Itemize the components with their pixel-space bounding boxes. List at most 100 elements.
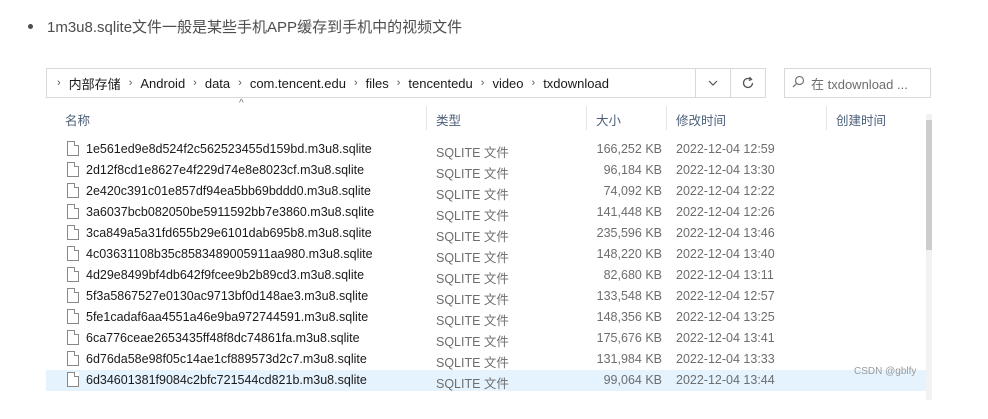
breadcrumb-separator-icon[interactable]: ›	[238, 77, 242, 89]
column-divider[interactable]	[586, 106, 587, 130]
file-modified: 2022-12-04 13:46	[676, 226, 775, 240]
breadcrumb-separator-icon[interactable]: ›	[481, 77, 485, 89]
file-modified: 2022-12-04 13:44	[676, 373, 775, 387]
file-size: 235,596 KB	[596, 226, 662, 240]
search-placeholder: 在 txdownload ...	[811, 76, 908, 92]
file-icon	[67, 204, 79, 219]
file-row[interactable]: 6d76da58e98f05c14ae1cf889573d2c7.m3u8.sq…	[46, 349, 926, 370]
file-icon	[67, 225, 79, 240]
address-bar[interactable]: › 内部存储 › Android › data › com.tencent.ed…	[46, 68, 766, 98]
file-name: 3a6037bcb082050be5911592bb7e3860.m3u8.sq…	[86, 205, 375, 219]
breadcrumb-item[interactable]: data	[205, 76, 230, 91]
breadcrumb-separator-icon[interactable]: ›	[129, 77, 133, 89]
file-modified: 2022-12-04 12:22	[676, 184, 775, 198]
file-icon	[67, 288, 79, 303]
file-type: SQLITE 文件	[436, 209, 509, 223]
file-modified: 2022-12-04 13:25	[676, 310, 775, 324]
breadcrumb-separator-icon[interactable]: ›	[193, 77, 197, 89]
file-row-selected[interactable]: 6d34601381f9084c2bfc721544cd821b.m3u8.sq…	[46, 370, 926, 391]
file-icon	[67, 330, 79, 345]
search-input[interactable]: 在 txdownload ...	[784, 68, 931, 98]
column-type[interactable]: 类型	[436, 110, 461, 129]
file-list: 1e561ed9e8d524f2c562523455d159bd.m3u8.sq…	[46, 139, 926, 391]
file-type: SQLITE 文件	[436, 188, 509, 202]
file-icon	[67, 372, 79, 387]
file-modified: 2022-12-04 12:59	[676, 142, 775, 156]
file-row[interactable]: 1e561ed9e8d524f2c562523455d159bd.m3u8.sq…	[46, 139, 926, 160]
bullet-dot	[28, 23, 33, 29]
file-name: 5f3a5867527e0130ac9713bf0d148ae3.m3u8.sq…	[86, 289, 369, 303]
file-type: SQLITE 文件	[436, 272, 509, 286]
breadcrumb-separator-icon: ›	[57, 77, 61, 89]
column-header: ^ 名称 类型 大小 修改时间 创建时间	[46, 98, 926, 130]
vertical-scrollbar[interactable]	[926, 114, 932, 400]
file-name: 1e561ed9e8d524f2c562523455d159bd.m3u8.sq…	[86, 142, 372, 156]
file-explorer: › 内部存储 › Android › data › com.tencent.ed…	[46, 60, 938, 400]
file-name: 6d34601381f9084c2bfc721544cd821b.m3u8.sq…	[86, 373, 367, 387]
file-icon	[67, 246, 79, 261]
file-row[interactable]: 5f3a5867527e0130ac9713bf0d148ae3.m3u8.sq…	[46, 286, 926, 307]
refresh-icon[interactable]	[730, 69, 765, 97]
file-type: SQLITE 文件	[436, 293, 509, 307]
column-name[interactable]: 名称	[65, 110, 90, 129]
breadcrumb-item[interactable]: tencentedu	[408, 76, 472, 91]
file-modified: 2022-12-04 13:30	[676, 163, 775, 177]
file-size: 99,064 KB	[603, 373, 662, 387]
file-type: SQLITE 文件	[436, 167, 509, 181]
file-icon	[67, 309, 79, 324]
column-divider[interactable]	[826, 106, 827, 130]
file-type: SQLITE 文件	[436, 230, 509, 244]
file-row[interactable]: 3ca849a5a31fd655b29e6101dab695b8.m3u8.sq…	[46, 223, 926, 244]
file-size: 175,676 KB	[596, 331, 662, 345]
file-icon	[67, 141, 79, 156]
file-icon	[67, 267, 79, 282]
sort-ascending-icon[interactable]: ^	[239, 98, 244, 109]
breadcrumb-item[interactable]: video	[492, 76, 523, 91]
scrollbar-thumb[interactable]	[926, 120, 932, 250]
file-row[interactable]: 6ca776ceae2653435ff48f8dc74861fa.m3u8.sq…	[46, 328, 926, 349]
file-modified: 2022-12-04 12:26	[676, 205, 775, 219]
file-row[interactable]: 4d29e8499bf4db642f9fcee9b2b89cd3.m3u8.sq…	[46, 265, 926, 286]
file-name: 4c03631108b35c8583489005911aa980.m3u8.sq…	[86, 247, 373, 261]
file-name: 6ca776ceae2653435ff48f8dc74861fa.m3u8.sq…	[86, 331, 360, 345]
breadcrumb-item[interactable]: txdownload	[543, 76, 609, 91]
column-size[interactable]: 大小	[596, 110, 621, 129]
breadcrumb-item[interactable]: com.tencent.edu	[250, 76, 346, 91]
file-type: SQLITE 文件	[436, 335, 509, 349]
column-divider[interactable]	[426, 106, 427, 130]
file-modified: 2022-12-04 13:11	[676, 268, 774, 282]
breadcrumb-separator-icon[interactable]: ›	[354, 77, 358, 89]
column-modified[interactable]: 修改时间	[676, 110, 726, 129]
file-modified: 2022-12-04 13:40	[676, 247, 775, 261]
breadcrumb-item[interactable]: 内部存储	[69, 74, 121, 93]
file-type: SQLITE 文件	[436, 146, 509, 160]
file-size: 148,220 KB	[596, 247, 662, 261]
breadcrumb-separator-icon[interactable]: ›	[532, 77, 536, 89]
chevron-down-icon[interactable]	[695, 69, 730, 97]
file-type: SQLITE 文件	[436, 377, 509, 391]
file-modified: 2022-12-04 12:57	[676, 289, 775, 303]
column-divider[interactable]	[666, 106, 667, 130]
file-size: 148,356 KB	[596, 310, 662, 324]
file-size: 82,680 KB	[603, 268, 662, 282]
bullet-text: 1m3u8.sqlite文件一般是某些手机APP缓存到手机中的视频文件	[47, 18, 463, 36]
file-modified: 2022-12-04 13:33	[676, 352, 775, 366]
file-type: SQLITE 文件	[436, 314, 509, 328]
file-icon	[67, 351, 79, 366]
column-created[interactable]: 创建时间	[836, 110, 886, 129]
file-name: 4d29e8499bf4db642f9fcee9b2b89cd3.m3u8.sq…	[86, 268, 365, 282]
watermark: CSDN @gblfy	[854, 366, 917, 377]
file-size: 131,984 KB	[596, 352, 662, 366]
file-name: 2d12f8cd1e8627e4f229d74e8e8023cf.m3u8.sq…	[86, 163, 365, 177]
bullet-line: 1m3u8.sqlite文件一般是某些手机APP缓存到手机中的视频文件	[28, 14, 462, 38]
file-size: 166,252 KB	[596, 142, 662, 156]
breadcrumb-item[interactable]: Android	[140, 76, 185, 91]
file-row[interactable]: 3a6037bcb082050be5911592bb7e3860.m3u8.sq…	[46, 202, 926, 223]
file-type: SQLITE 文件	[436, 356, 509, 370]
file-row[interactable]: 2e420c391c01e857df94ea5bb69bddd0.m3u8.sq…	[46, 181, 926, 202]
breadcrumb-separator-icon[interactable]: ›	[397, 77, 401, 89]
file-row[interactable]: 5fe1cadaf6aa4551a46e9ba972744591.m3u8.sq…	[46, 307, 926, 328]
breadcrumb-item[interactable]: files	[366, 76, 389, 91]
file-row[interactable]: 2d12f8cd1e8627e4f229d74e8e8023cf.m3u8.sq…	[46, 160, 926, 181]
file-row[interactable]: 4c03631108b35c8583489005911aa980.m3u8.sq…	[46, 244, 926, 265]
